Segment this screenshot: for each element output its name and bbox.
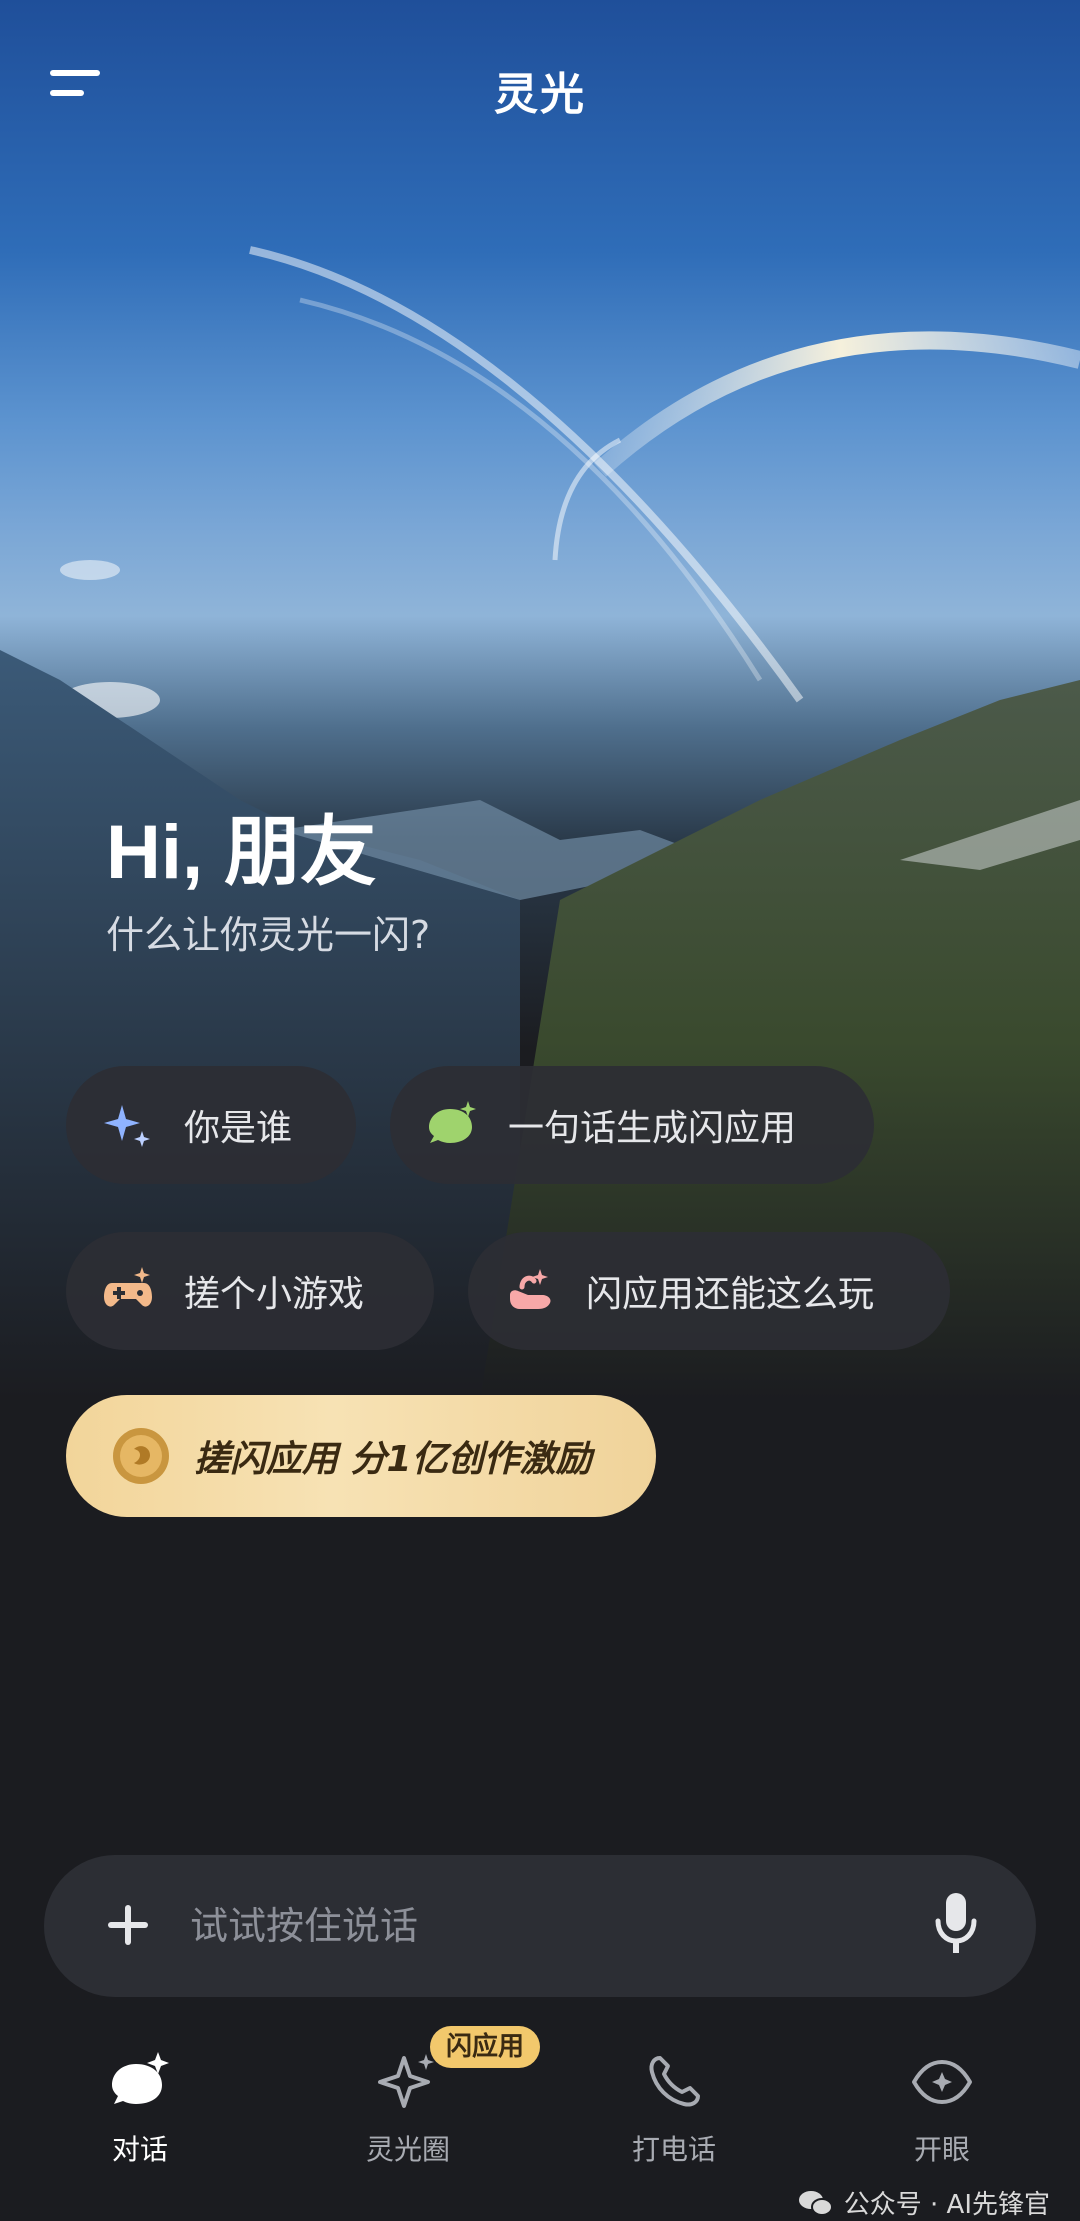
suggestion-chip-who-are-you[interactable]: 你是谁 bbox=[66, 1066, 356, 1184]
eye-icon bbox=[912, 2060, 972, 2104]
chat-icon bbox=[112, 2052, 169, 2104]
suggestion-label: 一句话生成闪应用 bbox=[508, 1108, 797, 1149]
chat-input-bar bbox=[44, 1855, 1036, 1997]
promo-label: 搓闪应用 分1亿创作激励 bbox=[194, 1439, 592, 1480]
watermark: 公众号 · AI先锋官 bbox=[798, 2184, 1050, 2221]
tab-label: 灵光圈 bbox=[365, 2133, 450, 2166]
tab-eye[interactable]: 开眼 bbox=[862, 2050, 1022, 2200]
suggestion-chip-app-play[interactable]: 闪应用还能这么玩 bbox=[468, 1232, 950, 1350]
phone-icon bbox=[649, 2056, 700, 2107]
suggestion-chip-generate-app[interactable]: 一句话生成闪应用 bbox=[390, 1066, 874, 1184]
suggestion-label: 搓个小游戏 bbox=[184, 1274, 365, 1315]
suggestion-label: 你是谁 bbox=[184, 1108, 293, 1149]
new-badge: 闪应用 bbox=[430, 2026, 541, 2068]
promo-banner[interactable]: 搓闪应用 分1亿创作激励 bbox=[66, 1395, 656, 1517]
tab-label: 打电话 bbox=[631, 2133, 716, 2166]
watermark-text: 公众号 · AI先锋官 bbox=[843, 2190, 1050, 2220]
sparkle-star-icon bbox=[378, 2054, 434, 2108]
suggestion-label: 闪应用还能这么玩 bbox=[586, 1274, 875, 1315]
suggestion-chip-mini-game[interactable]: 搓个小游戏 bbox=[66, 1232, 434, 1350]
landscape-illustration bbox=[0, 246, 1080, 1400]
greeting-heading: Hi, 朋友 bbox=[106, 810, 377, 895]
hand-icon bbox=[504, 1265, 556, 1317]
plus-icon[interactable] bbox=[100, 1897, 156, 1953]
microphone-icon[interactable] bbox=[932, 1889, 980, 1959]
tab-label: 对话 bbox=[111, 2133, 168, 2166]
voice-input-field[interactable] bbox=[188, 1885, 892, 1967]
wechat-icon bbox=[798, 2190, 833, 2216]
greeting-subtitle: 什么让你灵光一闪? bbox=[106, 913, 431, 957]
chat-bubble-icon bbox=[426, 1099, 478, 1151]
tab-label: 开眼 bbox=[913, 2133, 970, 2166]
sparkle-icon bbox=[102, 1099, 154, 1151]
tab-chat[interactable]: 对话 bbox=[60, 2050, 220, 2200]
app-title: 灵光 bbox=[494, 69, 586, 120]
top-bar: 灵光 bbox=[0, 0, 1080, 180]
tab-lingguang-circle[interactable]: 灵光圈 bbox=[328, 2050, 488, 2200]
gamepad-icon bbox=[102, 1265, 154, 1317]
hero-background bbox=[0, 0, 1080, 1400]
gold-medal-icon bbox=[110, 1425, 172, 1487]
tab-phone-call[interactable]: 打电话 bbox=[594, 2050, 754, 2200]
